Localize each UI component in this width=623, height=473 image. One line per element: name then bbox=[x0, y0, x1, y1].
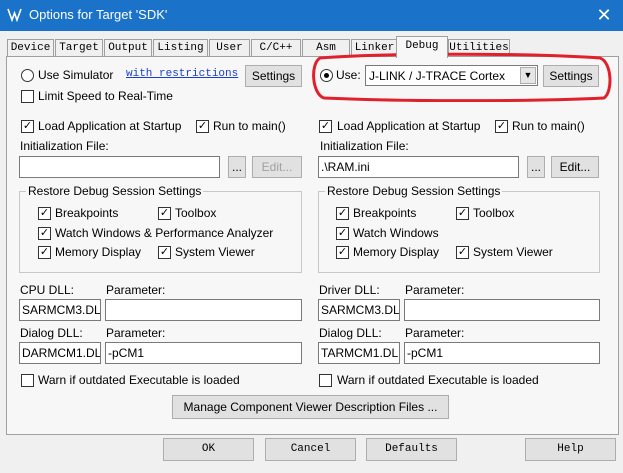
driver-dll-input[interactable]: SARMCM3.DLL bbox=[318, 299, 400, 321]
load-app-label: Load Application at Startup bbox=[38, 119, 182, 133]
run-to-main-checkbox-right[interactable]: ✓ bbox=[495, 120, 508, 133]
watch-windows-label: Watch Windows & Performance Analyzer bbox=[55, 226, 274, 240]
driver-param-input[interactable] bbox=[404, 299, 600, 321]
init-file-edit-button[interactable]: Edit... bbox=[252, 156, 302, 178]
load-app-checkbox-right[interactable]: ✓ bbox=[319, 120, 332, 133]
memory-display-checkbox-right[interactable]: ✓ bbox=[336, 246, 349, 259]
tab-listing[interactable]: Listing bbox=[153, 39, 208, 57]
breakpoints-label-right: Breakpoints bbox=[353, 206, 417, 220]
window-title: Options for Target 'SDK' bbox=[29, 7, 168, 22]
toolbox-label-right: Toolbox bbox=[473, 206, 515, 220]
cpu-dll-input[interactable]: SARMCM3.DLL bbox=[19, 299, 101, 321]
breakpoints-label: Breakpoints bbox=[55, 206, 119, 220]
breakpoints-checkbox-right[interactable]: ✓ bbox=[336, 207, 349, 220]
manage-component-viewer-button[interactable]: Manage Component Viewer Description File… bbox=[172, 395, 449, 419]
dialog-dll-label: Dialog DLL: bbox=[20, 326, 83, 340]
tab-output[interactable]: Output bbox=[104, 39, 152, 57]
debugger-select[interactable]: J-LINK / J-TRACE Cortex ▼ bbox=[365, 65, 538, 86]
ok-button[interactable]: OK bbox=[163, 438, 254, 461]
load-app-label-right: Load Application at Startup bbox=[337, 119, 481, 133]
tab-target[interactable]: Target bbox=[55, 39, 103, 57]
tab-asm[interactable]: Asm bbox=[302, 39, 350, 57]
watch-windows-checkbox-right[interactable]: ✓ bbox=[336, 227, 349, 240]
chevron-down-icon[interactable]: ▼ bbox=[520, 67, 536, 84]
keil-app-icon bbox=[7, 7, 22, 22]
tab-device[interactable]: Device bbox=[7, 39, 54, 57]
debugger-settings-button[interactable]: Settings bbox=[543, 65, 599, 87]
breakpoints-checkbox[interactable]: ✓ bbox=[38, 207, 51, 220]
restore-group-title: Restore Debug Session Settings bbox=[26, 184, 204, 198]
cpu-dll-label: CPU DLL: bbox=[20, 283, 75, 297]
tab-c-cpp[interactable]: C/C++ bbox=[251, 39, 301, 57]
watch-windows-label-right: Watch Windows bbox=[353, 226, 439, 240]
use-label: Use: bbox=[336, 68, 361, 82]
system-viewer-checkbox-right[interactable]: ✓ bbox=[456, 246, 469, 259]
cpu-param-input[interactable] bbox=[105, 299, 302, 321]
init-file-input[interactable] bbox=[19, 156, 220, 178]
init-file-browse-button-right[interactable]: ... bbox=[527, 156, 545, 178]
warn-outdated-checkbox-right[interactable] bbox=[319, 374, 332, 387]
dialog-param-label-right: Parameter: bbox=[405, 326, 465, 340]
init-file-edit-button-right[interactable]: Edit... bbox=[551, 156, 599, 178]
watch-windows-checkbox[interactable]: ✓ bbox=[38, 227, 51, 240]
load-app-checkbox[interactable]: ✓ bbox=[21, 120, 34, 133]
system-viewer-label-right: System Viewer bbox=[473, 245, 553, 259]
simulator-settings-button[interactable]: Settings bbox=[245, 65, 302, 87]
init-file-label-right: Initialization File: bbox=[320, 139, 409, 153]
tab-debug[interactable]: Debug bbox=[396, 36, 448, 58]
limit-speed-label: Limit Speed to Real-Time bbox=[38, 89, 173, 103]
help-button[interactable]: Help bbox=[525, 438, 616, 461]
system-viewer-label: System Viewer bbox=[175, 245, 255, 259]
debugger-selected-value: J-LINK / J-TRACE Cortex bbox=[369, 69, 506, 83]
tab-linker[interactable]: Linker bbox=[351, 39, 398, 57]
dialog-dll-input-right[interactable]: TARMCM1.DLL bbox=[318, 342, 400, 364]
dialog-param-label: Parameter: bbox=[106, 326, 166, 340]
memory-display-label-right: Memory Display bbox=[353, 245, 440, 259]
toolbox-checkbox[interactable]: ✓ bbox=[158, 207, 171, 220]
warn-outdated-checkbox[interactable] bbox=[21, 374, 34, 387]
dialog-param-input[interactable]: -pCM1 bbox=[105, 342, 302, 364]
title-bar[interactable]: Options for Target 'SDK' ✕ bbox=[0, 0, 623, 31]
run-to-main-label-right: Run to main() bbox=[512, 119, 585, 133]
use-debugger-radio[interactable] bbox=[320, 69, 333, 82]
dialog-param-input-right[interactable]: -pCM1 bbox=[404, 342, 600, 364]
tab-utilities[interactable]: Utilities bbox=[448, 39, 510, 57]
restore-group-title-right: Restore Debug Session Settings bbox=[325, 184, 503, 198]
defaults-button[interactable]: Defaults bbox=[366, 438, 457, 461]
use-simulator-label: Use Simulator bbox=[38, 68, 114, 82]
warn-outdated-label: Warn if outdated Executable is loaded bbox=[38, 373, 240, 387]
toolbox-label: Toolbox bbox=[175, 206, 217, 220]
toolbox-checkbox-right[interactable]: ✓ bbox=[456, 207, 469, 220]
run-to-main-checkbox[interactable]: ✓ bbox=[196, 120, 209, 133]
init-file-browse-button[interactable]: ... bbox=[228, 156, 246, 178]
driver-param-label: Parameter: bbox=[405, 283, 465, 297]
memory-display-label: Memory Display bbox=[55, 245, 142, 259]
cpu-param-label: Parameter: bbox=[106, 283, 166, 297]
cancel-button[interactable]: Cancel bbox=[265, 438, 356, 461]
limit-speed-checkbox[interactable] bbox=[21, 90, 34, 103]
restrictions-link[interactable]: with restrictions bbox=[126, 68, 238, 80]
tab-user[interactable]: User bbox=[209, 39, 250, 57]
driver-dll-label: Driver DLL: bbox=[319, 283, 380, 297]
use-simulator-radio[interactable] bbox=[21, 69, 34, 82]
dialog-dll-input[interactable]: DARMCM1.DLL bbox=[19, 342, 101, 364]
warn-outdated-label-right: Warn if outdated Executable is loaded bbox=[337, 373, 539, 387]
init-file-input-right[interactable]: .\RAM.ini bbox=[318, 156, 519, 178]
close-icon[interactable]: ✕ bbox=[592, 4, 616, 26]
memory-display-checkbox[interactable]: ✓ bbox=[38, 246, 51, 259]
init-file-label: Initialization File: bbox=[20, 139, 109, 153]
dialog-dll-label-right: Dialog DLL: bbox=[319, 326, 382, 340]
run-to-main-label: Run to main() bbox=[213, 119, 286, 133]
system-viewer-checkbox[interactable]: ✓ bbox=[158, 246, 171, 259]
